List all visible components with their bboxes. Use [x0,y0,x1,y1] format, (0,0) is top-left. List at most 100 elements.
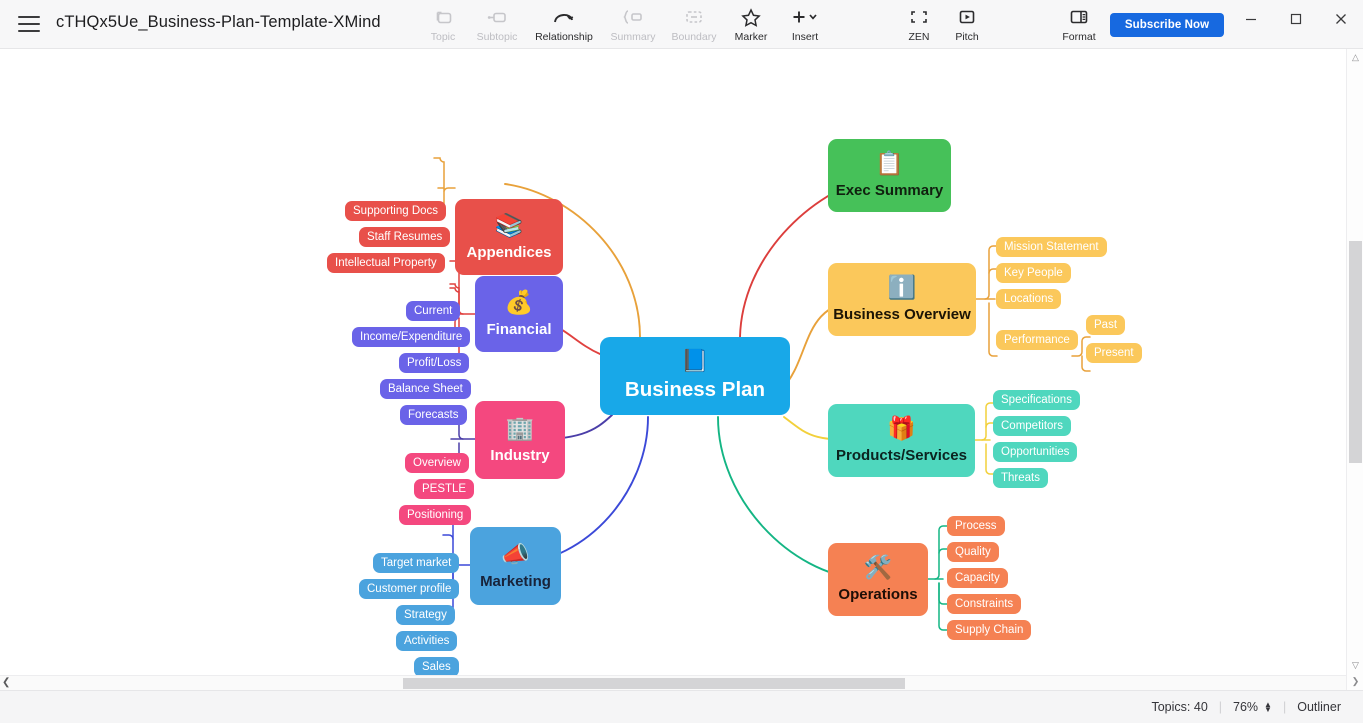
toolbar-marker-button[interactable]: Marker [722,5,780,47]
mindmap-canvas[interactable]: 📘 Business Plan 📚 Appendices Supporting … [0,49,1346,675]
branch-marketing-label: Marketing [480,573,551,590]
close-button[interactable] [1318,0,1363,38]
leaf-performance[interactable]: Performance [996,330,1078,350]
zoom-stepper-icon[interactable]: ▲▼ [1264,702,1272,712]
leaf-capacity[interactable]: Capacity [947,568,1008,588]
leaf-constraints[interactable]: Constraints [947,594,1021,614]
leaf-present[interactable]: Present [1086,343,1142,363]
subscribe-now-button[interactable]: Subscribe Now [1110,13,1224,37]
leaf-locations[interactable]: Locations [996,289,1061,309]
leaf-mission-statement[interactable]: Mission Statement [996,237,1107,257]
title-bar: cTHQx5Ue_Business-Plan-Template-XMind To… [0,0,1363,49]
book-icon: 📘 [681,350,708,372]
format-panel-icon [1068,6,1090,28]
leaf-positioning[interactable]: Positioning [399,505,471,525]
toolbar-marker-label: Marker [735,31,768,43]
toolbar-summary-label: Summary [611,31,656,43]
leaf-quality[interactable]: Quality [947,542,999,562]
branch-appendices-label: Appendices [466,244,551,261]
toolbar-format-label: Format [1062,31,1095,43]
subtopic-icon [486,6,508,28]
megaphone-icon: 📣 [501,543,530,566]
toolbar-subtopic-button[interactable]: Subtopic [468,5,526,47]
leaf-intellectual-property[interactable]: Intellectual Property [327,253,445,273]
toolbar-subtopic-label: Subtopic [477,31,518,43]
summary-icon [622,6,644,28]
toolbar-summary-button[interactable]: Summary [604,5,662,47]
boundary-icon [683,6,705,28]
leaf-pestle[interactable]: PESTLE [414,479,474,499]
branch-marketing[interactable]: 📣 Marketing [470,527,561,605]
branch-exec-summary-label: Exec Summary [836,182,944,199]
leaf-overview[interactable]: Overview [405,453,469,473]
leaf-current[interactable]: Current [406,301,460,321]
leaf-balance-sheet[interactable]: Balance Sheet [380,379,471,399]
toolbar-insert-label: Insert [792,31,818,43]
branch-operations[interactable]: 🛠️ Operations [828,543,928,616]
topic-icon [433,6,453,28]
leaf-supporting-docs[interactable]: Supporting Docs [345,201,446,221]
leaf-supply-chain[interactable]: Supply Chain [947,620,1031,640]
zoom-level[interactable]: 76% [1233,700,1258,714]
leaf-target-market[interactable]: Target market [373,553,459,573]
leaf-staff-resumes[interactable]: Staff Resumes [359,227,450,247]
root-topic-label: Business Plan [625,378,765,402]
scroll-down-arrow-icon[interactable]: ▽ [1350,659,1361,671]
outliner-button[interactable]: Outliner [1297,700,1341,714]
toolbar-topic-label: Topic [431,31,456,43]
vertical-scroll-thumb[interactable] [1349,241,1362,463]
status-bar: Topics: 40 | 76% ▲▼ | Outliner [0,690,1363,723]
leaf-profit-loss[interactable]: Profit/Loss [399,353,469,373]
leaf-past[interactable]: Past [1086,315,1125,335]
leaf-customer-profile[interactable]: Customer profile [359,579,459,599]
star-icon [741,6,761,28]
leaf-specifications[interactable]: Specifications [993,390,1080,410]
toolbar-zen-label: ZEN [909,31,930,43]
pitch-play-icon [957,6,977,28]
toolbar-topic-button[interactable]: Topic [414,5,472,47]
toolbar-relationship-button[interactable]: Relationship [528,5,600,47]
toolbar-format-button[interactable]: Format [1050,5,1108,47]
relationship-icon [552,6,576,28]
leaf-threats[interactable]: Threats [993,468,1048,488]
branch-exec-summary[interactable]: 📋 Exec Summary [828,139,951,212]
leaf-sales[interactable]: Sales [414,657,459,675]
leaf-key-people[interactable]: Key People [996,263,1071,283]
money-bag-icon: 💰 [505,291,534,314]
branch-financial[interactable]: 💰 Financial [475,276,563,352]
horizontal-scroll-thumb[interactable] [403,678,905,689]
leaf-process[interactable]: Process [947,516,1005,536]
maximize-button[interactable] [1273,0,1318,38]
toolbar-relationship-label: Relationship [535,31,593,43]
leaf-strategy[interactable]: Strategy [396,605,455,625]
branch-business-overview-label: Business Overview [833,306,971,323]
scroll-right-arrow-icon[interactable]: ❯ [1350,675,1361,687]
leaf-activities[interactable]: Activities [396,631,457,651]
branch-financial-label: Financial [486,321,551,338]
information-icon: ℹ️ [888,276,917,299]
office-building-icon: 🏢 [506,417,535,440]
toolbar-boundary-button[interactable]: Boundary [665,5,723,47]
scroll-left-arrow-icon[interactable]: ❮ [2,677,10,688]
branch-products-services-label: Products/Services [836,447,967,464]
root-topic-business-plan[interactable]: 📘 Business Plan [600,337,790,415]
scroll-up-arrow-icon[interactable]: △ [1350,51,1361,63]
branch-products-services[interactable]: 🎁 Products/Services [828,404,975,477]
branch-industry-label: Industry [490,447,549,464]
leaf-competitors[interactable]: Competitors [993,416,1071,436]
toolbar-pitch-button[interactable]: Pitch [938,5,996,47]
branch-business-overview[interactable]: ℹ️ Business Overview [828,263,976,336]
minimize-button[interactable] [1228,0,1273,38]
leaf-opportunities[interactable]: Opportunities [993,442,1077,462]
horizontal-scrollbar[interactable]: ❮ [0,675,1346,690]
xmind-window: cTHQx5Ue_Business-Plan-Template-XMind To… [0,0,1363,723]
leaf-income-expenditure[interactable]: Income/Expenditure [352,327,470,347]
toolbar-insert-button[interactable]: Insert [776,5,834,47]
hamburger-menu-icon[interactable] [16,12,42,36]
vertical-scrollbar[interactable]: △ ▽ ❯ [1346,49,1363,690]
status-separator-1: | [1219,700,1222,714]
leaf-forecasts[interactable]: Forecasts [400,405,467,425]
branch-appendices[interactable]: 📚 Appendices [455,199,563,275]
branch-industry[interactable]: 🏢 Industry [475,401,565,479]
toolbar-pitch-label: Pitch [955,31,978,43]
